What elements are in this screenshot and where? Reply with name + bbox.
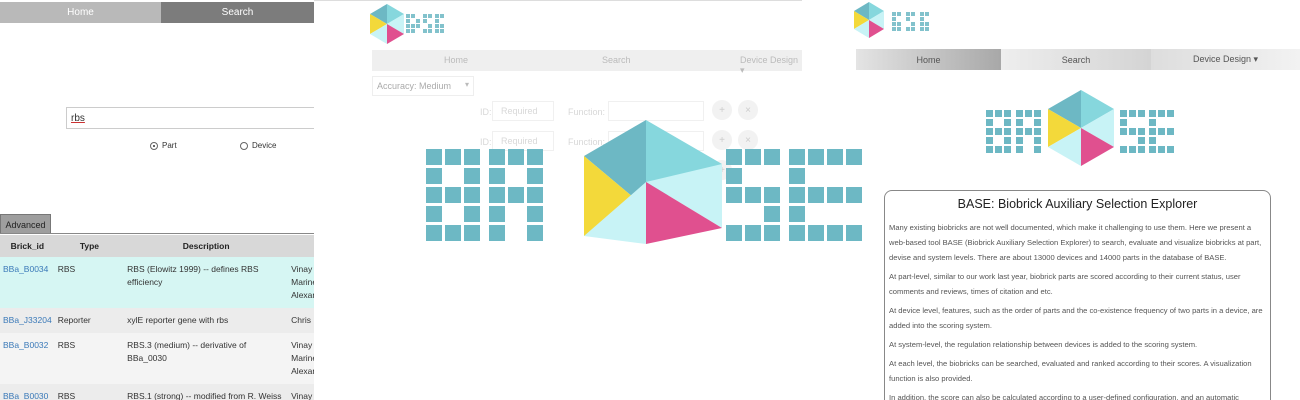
accuracy-select[interactable]: Accuracy: Medium ▾ [372, 76, 474, 96]
logo-letters-left [426, 149, 543, 241]
cell-type: RBS [54, 257, 125, 308]
cell-author: Vinay SMarineAlexan [288, 257, 314, 308]
cell-description: xylE reporter gene with rbs [124, 308, 289, 333]
search-page-panel: Home Search rbs Part Device Advanced Bri… [0, 0, 314, 400]
nav-home[interactable]: Home [0, 2, 161, 23]
logo-letters-right [1120, 110, 1174, 153]
nav-device-design[interactable]: Device Design ▾ [1151, 49, 1300, 70]
page-title: BASE: Biobrick Auxiliary Selection Explo… [957, 197, 1198, 211]
table-row[interactable]: BBa_B0034 RBS RBS (Elowitz 1999) -- defi… [0, 257, 314, 308]
radio-part-label: Part [162, 141, 177, 150]
cell-type: RBS [54, 384, 125, 400]
home-page-panel: Home Search Device Design ▾ BASE: Biobri… [802, 0, 1300, 400]
cell-description: RBS.1 (strong) -- modified from R. Weiss [124, 384, 289, 400]
nav-home[interactable]: Home [856, 49, 1001, 70]
radio-part[interactable]: Part [150, 141, 177, 150]
radio-device[interactable]: Device [240, 141, 276, 150]
base-logo-large [426, 120, 862, 244]
id-label: ID: [480, 107, 492, 117]
nav-search[interactable]: Search [161, 2, 314, 23]
nav-search[interactable]: Search [602, 55, 631, 65]
divider [314, 0, 802, 1]
base-logo-small [854, 2, 929, 38]
logo-hexagon [584, 120, 722, 244]
accuracy-value: Medium [419, 81, 452, 91]
cell-author: Vinay S [288, 384, 314, 400]
cell-author: Vinay SMarineAlexan [288, 333, 314, 384]
accuracy-label: Accuracy: [377, 81, 417, 91]
logo-letters-left [986, 110, 1041, 153]
nav-search[interactable]: Search [1001, 49, 1151, 70]
radio-device-label: Device [252, 141, 277, 150]
intro-paragraph: At each level, the biobricks can be sear… [889, 359, 1252, 383]
table-row[interactable]: BBa_B0032 RBS RBS.3 (medium) -- derivati… [0, 333, 314, 384]
search-input[interactable]: rbs [66, 107, 314, 129]
cell-type: Reporter [54, 308, 125, 333]
chevron-down-icon: ▾ [464, 80, 469, 89]
intro-paragraph: In addition, the score can also be calcu… [889, 393, 1239, 400]
table-row[interactable]: BBa_B0030 RBS RBS.1 (strong) -- modified… [0, 384, 314, 400]
cell-type: RBS [54, 333, 125, 384]
brick-id-link[interactable]: BBa_B0034 [0, 257, 55, 308]
divider [0, 233, 314, 234]
radio-unselected-icon [240, 141, 248, 150]
intro-paragraph: At device level, features, such as the o… [889, 306, 1263, 330]
brick-id-link[interactable]: BBa_J33204 [0, 308, 55, 333]
base-logo-small [370, 4, 444, 44]
table-row[interactable]: BBa_J33204 Reporter xylE reporter gene w… [0, 308, 314, 333]
cell-description: RBS (Elowitz 1999) -- defines RBS efficie… [124, 257, 289, 308]
function-label: Function: [568, 107, 606, 117]
logo-hexagon [1048, 90, 1114, 166]
top-nav: Home Search [0, 2, 314, 23]
intro-card: BASE: Biobrick Auxiliary Selection Explo… [884, 190, 1271, 400]
col-header-type[interactable]: Type [54, 235, 125, 257]
brick-id-link[interactable]: BBa_B0030 [0, 384, 55, 400]
cell-author: Chris F [288, 308, 314, 333]
results-table: Brick_id Type Description BBa_B0034 RBS … [0, 235, 314, 400]
base-logo-medium [986, 90, 1174, 166]
top-nav: Home Search Device Design ▾ [856, 49, 1300, 70]
logo-hexagon [370, 4, 404, 44]
col-header-brick-id[interactable]: Brick_id [0, 235, 55, 257]
logo-letters [892, 12, 929, 31]
logo-letters-right [726, 149, 862, 241]
logo-letters [406, 14, 444, 33]
advanced-tab[interactable]: Advanced [0, 214, 51, 234]
cell-description: RBS.3 (medium) -- derivative of BBa_0030 [124, 333, 289, 384]
logo-hexagon [854, 2, 884, 38]
col-header-description[interactable]: Description [124, 235, 289, 257]
brick-id-link[interactable]: BBa_B0032 [0, 333, 55, 384]
close-icon[interactable]: × [738, 100, 758, 120]
top-nav: Home Search Device Design ▾ [372, 50, 802, 75]
nav-device-design[interactable]: Device Design ▾ [740, 55, 802, 76]
col-header-extra [288, 235, 314, 257]
add-icon[interactable]: + [712, 100, 732, 120]
intro-paragraph: At system-level, the regulation relation… [889, 340, 1198, 349]
nav-home[interactable]: Home [444, 55, 468, 65]
radio-selected-icon [150, 141, 158, 150]
intro-paragraph: Many existing biobricks are not well doc… [889, 223, 1262, 262]
intro-paragraph: At part-level, similar to our work last … [889, 272, 1241, 296]
